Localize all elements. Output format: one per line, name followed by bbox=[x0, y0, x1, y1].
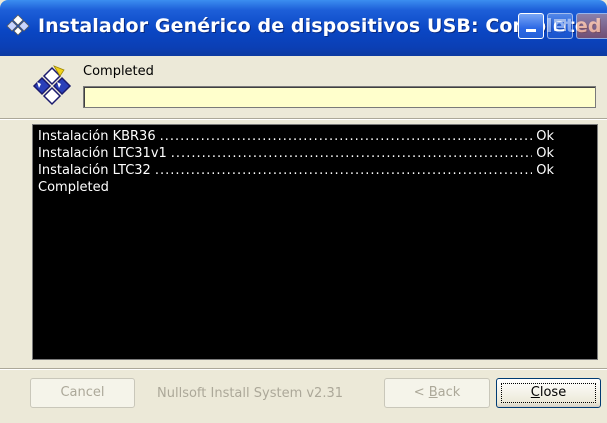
log-final-text: Completed bbox=[38, 180, 109, 195]
log-row: Instalación LTC31v1 Ok bbox=[38, 145, 592, 162]
log-item-name: Instalación LTC32 bbox=[38, 163, 151, 178]
cancel-button[interactable]: Cancel bbox=[30, 378, 135, 408]
close-window-button[interactable] bbox=[576, 13, 607, 39]
back-label-mnemonic: B bbox=[428, 385, 438, 400]
log-item-name: Instalación KBR36 bbox=[38, 129, 156, 144]
log-row: Instalación LTC32 Ok bbox=[38, 162, 592, 179]
header-divider bbox=[0, 118, 607, 120]
installer-window: Instalador Genérico de dispositivos USB:… bbox=[0, 0, 607, 423]
install-log[interactable]: Instalación KBR36 Ok Instalación LTC31v1… bbox=[32, 124, 598, 360]
back-button[interactable]: < Back bbox=[384, 378, 490, 408]
back-label-prefix: < bbox=[413, 385, 429, 400]
log-item-name: Instalación LTC31v1 bbox=[38, 146, 167, 161]
log-item-status: Ok bbox=[536, 129, 554, 144]
log-leader-dots bbox=[160, 128, 533, 145]
status-label: Completed bbox=[83, 64, 154, 79]
back-label-rest: ack bbox=[437, 385, 461, 400]
log-leader-dots bbox=[155, 162, 532, 179]
close-button[interactable]: Close bbox=[496, 378, 601, 408]
log-row: Instalación KBR36 Ok bbox=[38, 128, 592, 145]
footer-divider bbox=[0, 368, 607, 370]
installer-header: Completed bbox=[0, 56, 607, 120]
log-final-line: Completed bbox=[38, 179, 592, 196]
log-item-status: Ok bbox=[536, 146, 554, 161]
installer-app-icon bbox=[6, 14, 30, 36]
minimize-button[interactable] bbox=[518, 13, 544, 39]
progress-bar bbox=[83, 86, 596, 108]
maximize-button[interactable] bbox=[547, 13, 573, 39]
log-leader-dots bbox=[171, 145, 532, 162]
minimize-icon bbox=[526, 29, 536, 32]
nsis-installer-icon bbox=[32, 65, 72, 106]
log-item-status: Ok bbox=[536, 163, 554, 178]
focus-rectangle bbox=[501, 383, 596, 403]
title-bar[interactable]: Instalador Genérico de dispositivos USB:… bbox=[0, 0, 607, 56]
nsis-branding: Nullsoft Install System v2.31 bbox=[157, 386, 344, 401]
maximize-icon bbox=[554, 19, 566, 31]
